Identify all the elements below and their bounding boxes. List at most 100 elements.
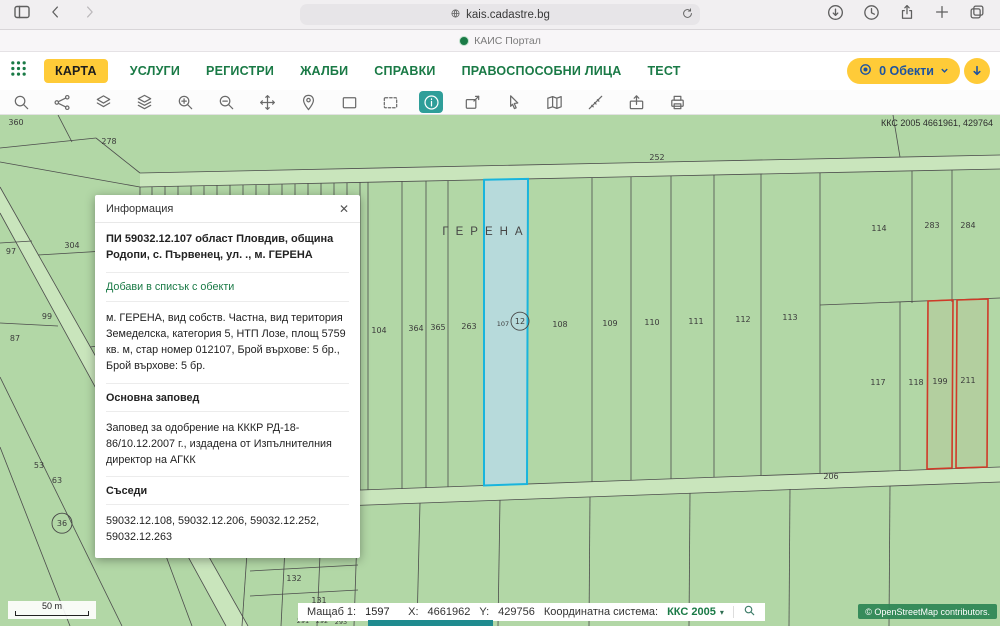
parcel-label: 199 — [932, 377, 947, 386]
map-toolbar — [0, 90, 1000, 115]
region-label: ГЕРЕНА — [442, 226, 529, 238]
objects-target-icon — [858, 62, 873, 80]
scale-bar-ruler — [15, 611, 89, 616]
x-label: X: — [408, 606, 418, 618]
nav-item-pravosposobni-litsa[interactable]: ПРАВОСПОСОБНИ ЛИЦА — [462, 64, 622, 78]
parcel-details: м. ГЕРЕНА, вид собств. Частна, вид терит… — [106, 302, 349, 384]
parcel-label: 111 — [688, 317, 703, 326]
parcel-label: 112 — [735, 315, 750, 324]
objects-download-button[interactable] — [964, 58, 990, 84]
pointer-icon[interactable] — [501, 91, 525, 113]
attribution-text: © OpenStreetMap contributors. — [865, 607, 990, 617]
new-tab-icon[interactable] — [933, 3, 951, 26]
parcel-label: 304 — [64, 241, 79, 250]
share-icon[interactable] — [898, 3, 916, 26]
parcel-label: 53 — [34, 461, 44, 470]
map-crs-overlay: ККС 2005 4661961, 429764 — [881, 118, 993, 128]
browser-window: kais.cadastre.bg КАИС Портал КАРТА УСЛУГ… — [0, 0, 1000, 626]
crs-dropdown[interactable]: ККС 2005 ▾ — [667, 606, 724, 618]
parcel-label: 87 — [10, 334, 20, 343]
tab-overview-icon[interactable] — [968, 3, 986, 26]
crs-value: ККС 2005 — [667, 606, 716, 618]
x-value: 4661962 — [428, 606, 471, 618]
parcel-label: 99 — [42, 312, 52, 321]
nav-item-uslugi[interactable]: УСЛУГИ — [130, 64, 180, 78]
export-icon[interactable] — [624, 91, 648, 113]
parcel-label: 97 — [6, 247, 16, 256]
close-icon[interactable]: ✕ — [339, 203, 349, 215]
reload-icon[interactable] — [681, 7, 694, 23]
statusbar-search-icon[interactable] — [743, 604, 756, 620]
scale-bar: 50 m — [8, 601, 96, 619]
parcel-label: 36 — [57, 519, 67, 528]
parcel-label: 211 — [960, 376, 975, 385]
portal-navbar: КАРТА УСЛУГИ РЕГИСТРИ ЖАЛБИ СПРАВКИ ПРАВ… — [0, 52, 1000, 90]
forward-icon[interactable] — [80, 3, 98, 26]
locate-icon[interactable] — [296, 91, 320, 113]
scale-input[interactable] — [365, 605, 399, 619]
map-sheets-icon[interactable] — [542, 91, 566, 113]
nav-item-karta[interactable]: КАРТА — [44, 59, 108, 83]
parcel-label: 364 — [408, 324, 423, 333]
y-label: Y: — [479, 606, 489, 618]
parcel-label: 63 — [52, 476, 62, 485]
nav-item-zhalbi[interactable]: ЖАЛБИ — [300, 64, 348, 78]
select-rect-dashed-icon[interactable] — [378, 91, 402, 113]
apps-grid-icon[interactable] — [10, 60, 27, 82]
search-icon[interactable] — [9, 91, 33, 113]
parcel-label: 252 — [649, 153, 664, 162]
url-text: kais.cadastre.bg — [466, 9, 550, 21]
y-value: 429756 — [498, 606, 535, 618]
nav-item-test[interactable]: ТЕСТ — [647, 64, 680, 78]
browser-toolbar: kais.cadastre.bg — [0, 0, 1000, 30]
info-panel-title: Информация — [106, 203, 173, 215]
add-to-objects-link[interactable]: Добави в списък с обекти — [106, 273, 349, 302]
order-section-header: Основна заповед — [106, 384, 349, 412]
map-statusbar: Мащаб 1: X: 4661962 Y: 429756 Координатн… — [298, 603, 765, 621]
select-area-icon[interactable] — [460, 91, 484, 113]
downloads-icon[interactable] — [826, 3, 845, 27]
parcel-label: 365 — [430, 323, 445, 332]
parcel-label: 263 — [461, 322, 476, 331]
parcel-label: 109 — [602, 319, 617, 328]
nav-item-spravki[interactable]: СПРАВКИ — [374, 64, 435, 78]
select-rect-icon[interactable] — [337, 91, 361, 113]
neighbors-section-header: Съседи — [106, 477, 349, 505]
parcel-label: 108 — [552, 320, 567, 329]
chevron-down-icon: ▾ — [720, 608, 724, 617]
statusbar-divider — [733, 606, 734, 618]
layers-all-icon[interactable] — [132, 91, 156, 113]
history-icon[interactable] — [862, 3, 881, 27]
measure-icon[interactable] — [583, 91, 607, 113]
topology-icon[interactable] — [50, 91, 74, 113]
zoom-in-icon[interactable] — [173, 91, 197, 113]
back-icon[interactable] — [47, 3, 65, 26]
layers-icon[interactable] — [91, 91, 115, 113]
zoom-out-icon[interactable] — [214, 91, 238, 113]
objects-button[interactable]: 0 Обекти — [847, 58, 960, 84]
selected-parcel-107[interactable] — [484, 179, 528, 486]
sidebar-icon[interactable] — [12, 2, 32, 27]
parcel-title: ПИ 59032.12.107 област Пловдив, община Р… — [106, 232, 349, 273]
partial-panel — [368, 620, 493, 626]
site-favicon — [459, 36, 469, 46]
site-icon — [450, 8, 461, 22]
osm-attribution: © OpenStreetMap contributors. — [858, 604, 997, 619]
parcel-label: 110 — [644, 318, 659, 327]
identify-icon[interactable] — [419, 91, 443, 113]
address-bar[interactable]: kais.cadastre.bg — [300, 4, 700, 25]
order-text: Заповед за одобрение на КККР РД-18-86/10… — [106, 412, 349, 478]
parcel-label: 104 — [371, 326, 386, 335]
parcel-label: 12 — [515, 317, 525, 326]
parcel-label: 114 — [871, 224, 886, 233]
scale-bar-label: 50 m — [42, 601, 62, 611]
nav-item-registri[interactable]: РЕГИСТРИ — [206, 64, 274, 78]
parcel-label: 107 — [497, 320, 509, 328]
print-icon[interactable] — [665, 91, 689, 113]
parcel-label: 278 — [101, 137, 116, 146]
tab-title: КАИС Портал — [474, 35, 541, 47]
parcel-label: 118 — [908, 378, 923, 387]
pan-icon[interactable] — [255, 91, 279, 113]
active-tab[interactable]: КАИС Портал — [0, 30, 1000, 52]
parcel-label: 283 — [924, 221, 939, 230]
